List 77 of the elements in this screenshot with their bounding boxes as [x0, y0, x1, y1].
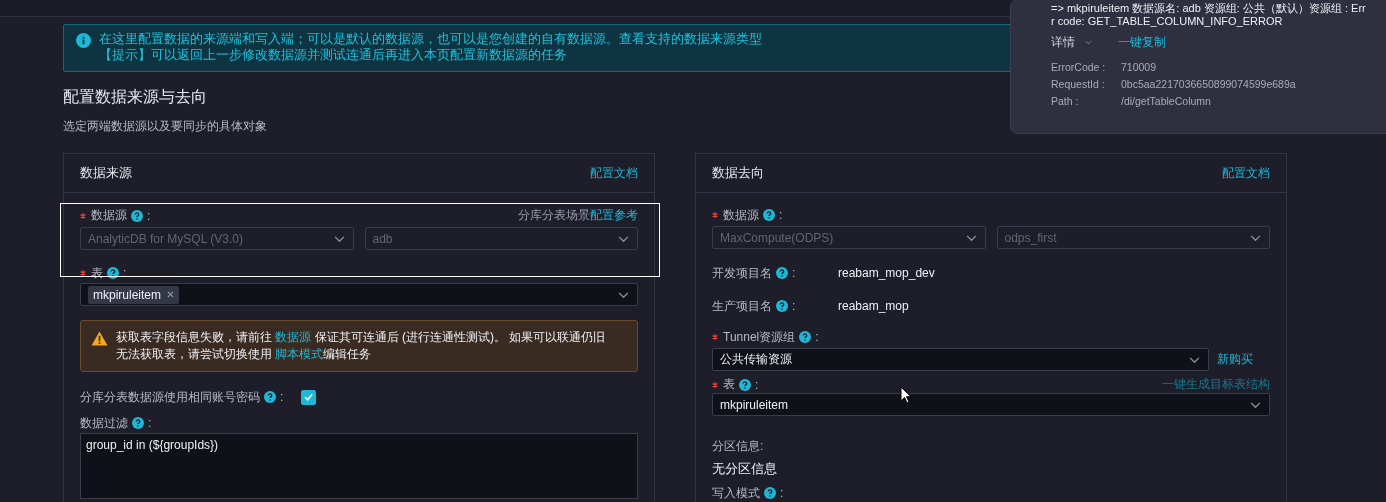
field-label: Tunnel资源组 — [723, 328, 796, 346]
colon: : — [123, 266, 127, 280]
buy-link[interactable]: 新购买 — [1217, 351, 1253, 368]
banner-text: 【提示】可以返回上一步修改数据源并测试连通后再进入本页配置新数据源的任务 — [99, 47, 568, 63]
warning-text: 获取表字段信息失败，请前往 数据源 保证其可连通后 (进行连通性测试)。 如果可以联通仍旧无法获取表，请尝试切换使用 脚本模式编辑任务 — [116, 329, 607, 363]
help-icon[interactable] — [776, 267, 788, 279]
colon: : — [148, 416, 152, 430]
field-label: 写入模式 — [712, 484, 760, 502]
field-value: reabam_mop — [838, 299, 909, 313]
field-label: 开发项目名 — [712, 264, 772, 282]
field-label: 分区信息: — [712, 437, 764, 455]
remove-icon[interactable] — [167, 291, 174, 298]
warning-icon — [91, 331, 108, 346]
filter-textarea[interactable]: group_id in (${groupIds}) — [80, 433, 638, 499]
field-value: 无分区信息 — [712, 460, 778, 478]
colon: : — [792, 299, 796, 313]
colon: : — [780, 486, 784, 500]
error-message: r code: GET_TABLE_COLUMN_INFO_ERROR — [1051, 15, 1284, 28]
error-field-label: RequestId : — [1051, 77, 1106, 92]
help-icon[interactable] — [131, 209, 143, 222]
section-title: 配置数据来源与去向 — [63, 87, 207, 107]
table-select[interactable]: mkpiruleitem — [712, 393, 1270, 416]
doc-link[interactable]: 配置文档 — [1222, 164, 1270, 182]
tunnel-select[interactable]: 公共传输资源 — [712, 348, 1209, 371]
field-label: 数据源 — [91, 207, 127, 224]
warning-link[interactable]: 脚本模式 — [275, 347, 324, 361]
caret-icon — [965, 235, 977, 242]
caret-icon — [333, 236, 345, 243]
help-icon[interactable] — [776, 300, 788, 312]
help-icon[interactable] — [799, 331, 812, 343]
info-icon — [76, 33, 91, 48]
error-field-label: Path : — [1051, 94, 1080, 109]
section-subtitle: 选定两端数据源以及要同步的具体对象 — [63, 118, 268, 135]
help-icon[interactable] — [764, 487, 776, 499]
hint-text: 分库分表场景 — [518, 208, 590, 222]
caret-icon — [1250, 402, 1261, 409]
caret-icon — [1250, 235, 1261, 242]
error-field-value: /di/getTableColumn — [1121, 94, 1211, 109]
details-toggle[interactable]: 详情 — [1051, 34, 1092, 51]
check-icon — [304, 393, 314, 401]
doc-link[interactable]: 配置文档 — [590, 164, 638, 182]
colon: : — [755, 377, 759, 392]
help-icon[interactable] — [739, 378, 751, 391]
field-label: 分库分表数据源使用相同账号密码 — [80, 388, 260, 406]
help-icon[interactable] — [763, 209, 775, 221]
help-icon[interactable] — [132, 417, 144, 429]
error-field-value: 710009 — [1121, 60, 1157, 75]
help-icon[interactable] — [264, 391, 276, 403]
field-label: 表 — [91, 264, 103, 282]
colon: : — [815, 330, 819, 344]
banner-text: 在这里配置数据的来源端和写入端；可以是默认的数据源，也可以是您创建的自有数据源。查看支持的数据来源类型 — [99, 31, 762, 47]
help-icon[interactable] — [107, 267, 119, 279]
colon: : — [147, 208, 151, 223]
error-field-label: ErrorCode : — [1051, 60, 1107, 75]
caret-icon — [618, 236, 629, 243]
table-tag: mkpiruleitem — [88, 285, 179, 304]
card-title: 数据来源 — [80, 164, 132, 182]
colon: : — [779, 208, 783, 222]
hint-link[interactable]: 配置参考 — [590, 208, 638, 222]
table-select[interactable]: mkpiruleitem — [80, 283, 638, 306]
error-field-value: 0bc5aa2217036650899074599e689a — [1121, 77, 1296, 92]
field-value: reabam_mop_dev — [838, 266, 935, 280]
field-label: 数据过滤 — [80, 414, 128, 432]
colon: : — [792, 266, 796, 280]
field-label: 表 — [723, 376, 735, 393]
field-label: 生产项目名 — [712, 297, 772, 315]
card-title: 数据去向 — [712, 164, 764, 182]
error-message: => mkpiruleitem 数据源名: adb 资源组: 公共（默认）资源组 : Err — [1051, 2, 1367, 15]
field-label: 数据源 — [723, 206, 759, 224]
warning-link[interactable]: 数据源 — [275, 330, 312, 344]
colon: : — [280, 390, 284, 404]
caret-icon — [618, 292, 629, 299]
cursor-icon — [900, 386, 912, 404]
caret-icon — [1189, 357, 1200, 364]
checkbox[interactable] — [301, 389, 317, 405]
caret-icon — [1085, 40, 1092, 45]
copy-link[interactable]: 一键复制 — [1118, 34, 1166, 51]
